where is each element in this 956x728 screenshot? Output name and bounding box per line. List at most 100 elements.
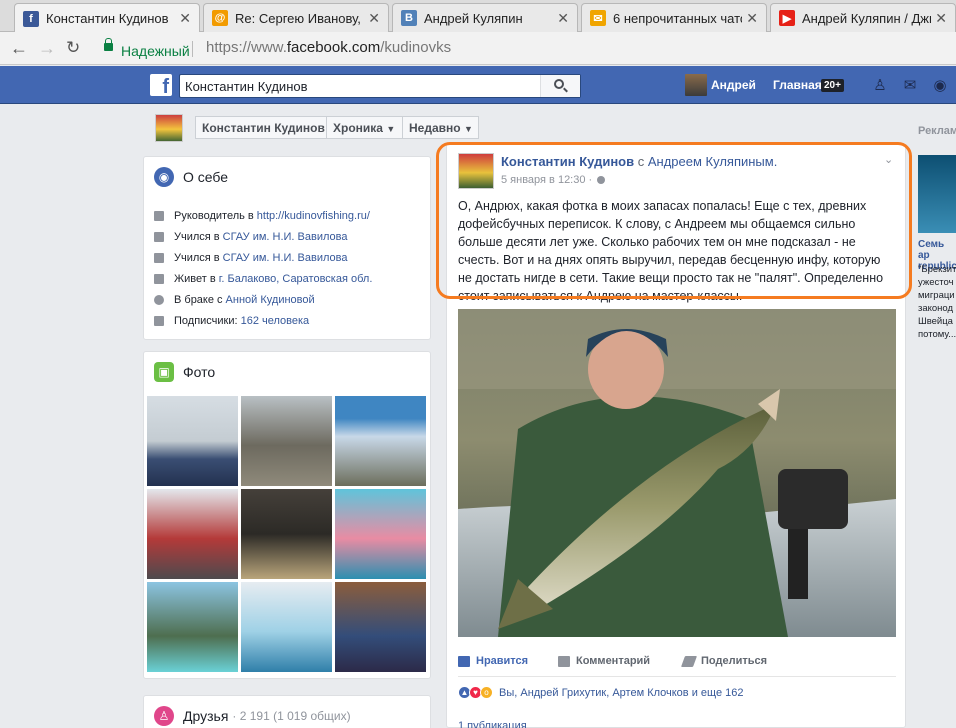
- education-icon: [154, 232, 164, 242]
- about-header: ◉ О себе: [154, 167, 228, 187]
- youtube-icon: ▶: [779, 10, 795, 26]
- profile-name-button[interactable]: Константин Кудинов: [195, 116, 327, 139]
- about-row-education: Учился в СГАУ им. Н.И. Вавилова: [154, 231, 347, 243]
- photo-thumbnail[interactable]: [335, 396, 426, 486]
- ad-text: "Брекзит ужесточ миграци законод Швейца …: [918, 264, 956, 340]
- rss-icon: [154, 316, 164, 326]
- tab-youtube[interactable]: ▶ Андрей Куляпин / Джи ✕: [770, 3, 956, 32]
- about-row-link[interactable]: Анной Кудиновой: [226, 294, 315, 306]
- photos-header: ▣ Фото: [154, 362, 215, 382]
- close-icon[interactable]: ✕: [746, 10, 758, 27]
- facebook-logo-icon[interactable]: f: [150, 74, 172, 98]
- briefcase-icon: [154, 211, 164, 221]
- about-title: О себе: [183, 169, 229, 185]
- facebook-header: f Константин Кудинов Андрей Главная 20+ …: [0, 66, 956, 104]
- about-row-text: Подписчики:: [174, 315, 238, 327]
- share-button[interactable]: Поделиться: [680, 655, 767, 667]
- about-row-link[interactable]: СГАУ им. Н.И. Вавилова: [223, 252, 348, 264]
- close-icon[interactable]: ✕: [179, 10, 191, 27]
- mail-ru-icon: @: [212, 10, 228, 26]
- search-input[interactable]: Константин Кудинов: [179, 74, 581, 98]
- about-row-education: Учился в СГАУ им. Н.И. Вавилова: [154, 252, 347, 264]
- about-row-followers: Подписчики: 162 человека: [154, 315, 309, 327]
- browser-tab-strip: f Константин Кудинов ✕ @ Re: Сергею Иван…: [0, 0, 956, 33]
- messages-icon[interactable]: ✉: [900, 76, 920, 94]
- highlight-annotation: [436, 142, 912, 299]
- user-name-link[interactable]: Андрей: [711, 78, 756, 92]
- comment-button[interactable]: Комментарий: [558, 655, 650, 667]
- address-bar[interactable]: https://www.facebook.com/kudinovks: [206, 39, 451, 56]
- reactions-summary[interactable]: ▲ ♥ o Вы, Андрей Грихутик, Артем Клочков…: [458, 686, 743, 699]
- about-row-text: Учился в: [174, 252, 220, 264]
- close-icon[interactable]: ✕: [557, 10, 569, 27]
- user-avatar[interactable]: [685, 74, 707, 96]
- chevron-down-icon: ▼: [386, 124, 396, 134]
- facebook-icon: f: [23, 10, 39, 27]
- search-button[interactable]: [540, 75, 580, 97]
- home-badge: 20+: [821, 79, 844, 92]
- photo-thumbnail[interactable]: [241, 396, 332, 486]
- lock-icon: [104, 38, 113, 51]
- photo-thumbnail[interactable]: [335, 582, 426, 672]
- profile-nav-bar: Константин Кудинов Хроника ▼ Недавно ▼: [143, 108, 913, 144]
- url-prefix: https://www.: [206, 39, 287, 56]
- url-domain: facebook.com: [286, 39, 381, 56]
- photos-title[interactable]: Фото: [183, 364, 215, 380]
- publications-link[interactable]: 1 публикация: [458, 720, 527, 728]
- recent-dropdown[interactable]: Недавно ▼: [402, 116, 479, 139]
- comment-icon: [558, 655, 570, 667]
- address-divider: [192, 41, 193, 57]
- browser-toolbar: ← → ↻ Надежный https://www.facebook.com/…: [0, 32, 956, 65]
- search-icon: [554, 79, 564, 89]
- close-icon[interactable]: ✕: [935, 10, 947, 27]
- actions-divider: [458, 676, 896, 677]
- tab-title: Андрей Куляпин: [424, 10, 523, 26]
- tab-vk[interactable]: В Андрей Куляпин ✕: [392, 3, 578, 32]
- about-row-text: Учился в: [174, 231, 220, 243]
- friends-title[interactable]: Друзья: [183, 708, 228, 724]
- about-row-link[interactable]: 162 человека: [241, 315, 310, 327]
- tab-title: Андрей Куляпин / Джи: [802, 10, 932, 26]
- share-arrow-icon: [680, 655, 698, 667]
- post-actions: Нравится Комментарий Поделиться: [458, 652, 896, 672]
- secure-label: Надежный: [121, 43, 190, 59]
- tab-mail-unread[interactable]: ✉ 6 непрочитанных чато ✕: [581, 3, 767, 32]
- home-link[interactable]: Главная: [773, 78, 822, 92]
- photo-thumbnail[interactable]: [147, 582, 238, 672]
- forward-arrow-icon[interactable]: →: [38, 38, 56, 59]
- about-row-link[interactable]: СГАУ им. Н.И. Вавилова: [223, 231, 348, 243]
- friends-card: ♙ Друзья · 2 191 (1 019 общих): [143, 695, 431, 728]
- close-icon[interactable]: ✕: [368, 10, 380, 27]
- notifications-globe-icon[interactable]: ◉: [930, 76, 950, 94]
- back-arrow-icon[interactable]: ←: [10, 38, 28, 59]
- photo-icon: ▣: [154, 362, 174, 382]
- photo-thumbnail[interactable]: [335, 489, 426, 579]
- about-row-link[interactable]: http://kudinovfishing.ru/: [257, 210, 370, 222]
- tab-konstantin-kudinov[interactable]: f Константин Кудинов ✕: [14, 3, 200, 33]
- about-row-married: В браке с Анной Кудиновой: [154, 294, 315, 306]
- like-label: Нравится: [476, 655, 529, 667]
- ad-image[interactable]: [918, 155, 956, 233]
- friend-requests-icon[interactable]: ♙: [870, 76, 890, 94]
- reload-icon[interactable]: ↻: [66, 38, 80, 58]
- post-photo[interactable]: [458, 309, 896, 637]
- like-button[interactable]: Нравится: [458, 655, 528, 667]
- mail-envelope-icon: ✉: [590, 10, 606, 26]
- about-row-link[interactable]: г. Балаково, Саратовская обл.: [219, 273, 373, 285]
- profile-mini-avatar[interactable]: [155, 114, 183, 142]
- timeline-dropdown[interactable]: Хроника ▼: [326, 116, 403, 139]
- photo-thumbnail[interactable]: [147, 489, 238, 579]
- chevron-down-icon: ▼: [463, 124, 473, 134]
- photo-thumbnail[interactable]: [241, 489, 332, 579]
- heart-icon: [154, 295, 164, 305]
- photo-thumbnail[interactable]: [147, 396, 238, 486]
- tab-mail-ru[interactable]: @ Re: Сергею Иванову, М ✕: [203, 3, 389, 32]
- about-row-work: Руководитель в http://kudinovfishing.ru/: [154, 210, 370, 222]
- fisherman-with-zander-image: [458, 309, 896, 637]
- photo-thumbnail[interactable]: [241, 582, 332, 672]
- about-row-text: Руководитель в: [174, 210, 254, 222]
- education-icon: [154, 253, 164, 263]
- vk-icon: В: [401, 10, 417, 26]
- thumbs-up-icon: [458, 655, 470, 667]
- about-row-text: Живет в: [174, 273, 216, 285]
